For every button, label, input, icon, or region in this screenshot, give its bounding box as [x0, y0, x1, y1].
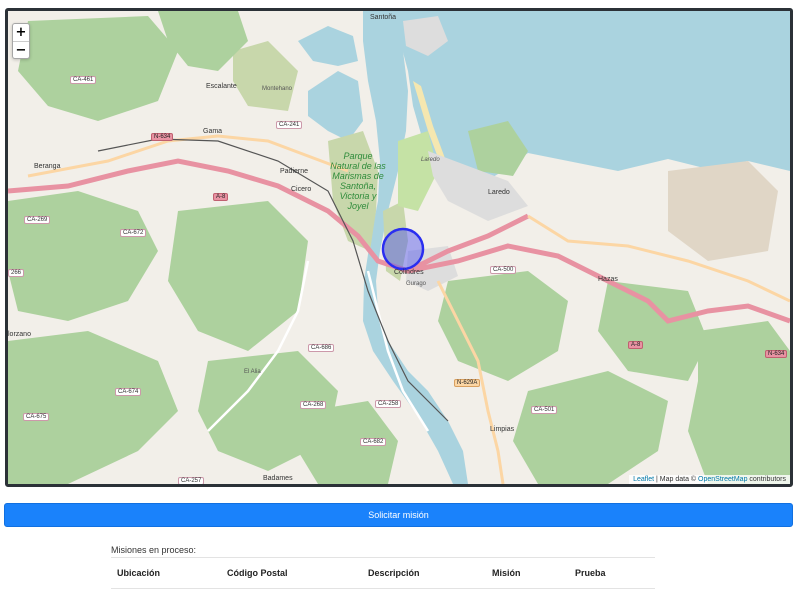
- place-label: Badames: [263, 475, 293, 482]
- place-label: Colindres: [394, 269, 424, 276]
- road-badge: N-634: [151, 133, 174, 141]
- place-label: Padierne: [280, 168, 309, 175]
- place-label: Beranga: [34, 163, 61, 170]
- road-badge: A-8: [213, 193, 229, 201]
- column-header-descripcion: Descripción: [362, 557, 486, 589]
- place-label: Cicero: [291, 186, 312, 193]
- road-badge: CA-501: [531, 406, 558, 414]
- leaflet-link[interactable]: Leaflet: [633, 476, 654, 483]
- road-badge: N-634: [765, 350, 788, 358]
- road-badge: CA-241: [276, 121, 303, 129]
- road-badge: CA-674: [115, 388, 142, 396]
- road-badge: CA-268: [300, 401, 327, 409]
- missions-table: Ubicación Código Postal Descripción Misi…: [111, 557, 655, 589]
- column-header-prueba: Prueba: [569, 557, 655, 589]
- road-badge: 266: [8, 269, 25, 277]
- place-label: Laredo: [488, 189, 510, 196]
- zoom-out-button[interactable]: −: [13, 41, 29, 58]
- road-badge: CA-686: [308, 344, 335, 352]
- road-badge: CA-258: [375, 400, 402, 408]
- column-header-mision: Misión: [486, 557, 569, 589]
- map-attribution: Leaflet | Map data © OpenStreetMap contr…: [629, 475, 790, 484]
- place-label: lorzano: [8, 331, 31, 338]
- attribution-suffix: contributors: [747, 476, 786, 483]
- road-badge: N-629A: [454, 379, 481, 387]
- road-badge: CA-675: [23, 413, 50, 421]
- mission-area-circle: [381, 227, 425, 271]
- column-header-codigo-postal: Código Postal: [221, 557, 362, 589]
- map-container[interactable]: Santoña Escalante Gama Beranga Padierne …: [5, 8, 793, 487]
- missions-caption: Misiones en proceso:: [111, 545, 197, 555]
- missions-section: Misiones en proceso: Ubicación Código Po…: [111, 543, 655, 589]
- zoom-in-button[interactable]: +: [13, 24, 29, 41]
- place-label: Laredo: [421, 157, 440, 163]
- place-label: El Alia: [244, 369, 261, 375]
- column-header-ubicacion: Ubicación: [111, 557, 221, 589]
- table-header-row: Ubicación Código Postal Descripción Misi…: [111, 557, 655, 589]
- road-badge: CA-269: [24, 216, 51, 224]
- attribution-text: | Map data ©: [654, 476, 699, 483]
- road-badge: CA-500: [490, 266, 517, 274]
- zoom-control: + −: [12, 23, 30, 59]
- place-label: Limpias: [490, 426, 515, 433]
- road-badge: CA-461: [70, 76, 97, 84]
- place-label: Gama: [203, 128, 223, 135]
- park-label: Parque Natural de las Marismas de Santoñ…: [330, 151, 386, 211]
- road-badge: CA-682: [360, 438, 387, 446]
- road-badge: CA-672: [120, 229, 147, 237]
- place-label: Hazas: [598, 276, 618, 283]
- place-label: Gurago: [406, 281, 427, 287]
- road-badge: CA-257: [178, 477, 205, 484]
- openstreetmap-link[interactable]: OpenStreetMap: [698, 476, 747, 483]
- place-label: Montehano: [262, 86, 293, 92]
- map-tiles[interactable]: [8, 11, 790, 484]
- place-label: Escalante: [206, 83, 237, 90]
- request-mission-button[interactable]: Solicitar misión: [4, 503, 793, 527]
- place-label: Santoña: [370, 14, 397, 21]
- road-badge: A-8: [628, 341, 644, 349]
